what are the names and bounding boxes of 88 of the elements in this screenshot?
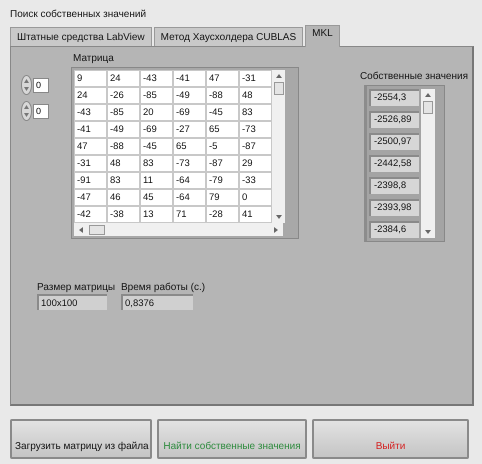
table-cell: 9 bbox=[75, 71, 106, 86]
table-cell: 65 bbox=[174, 139, 205, 154]
table-cell: 47 bbox=[75, 139, 106, 154]
eigenvalue-field: -2398,8 bbox=[368, 177, 419, 194]
scroll-right-icon[interactable] bbox=[273, 226, 279, 234]
action-button[interactable]: Загрузить матрицу из файла bbox=[10, 419, 152, 459]
eigenvalues-label: Собственные значения bbox=[358, 71, 468, 82]
eigenvalue-field: -2554,3 bbox=[368, 89, 419, 106]
table-cell: -73 bbox=[174, 156, 205, 171]
table-cell: 83 bbox=[240, 105, 271, 120]
table-cell: -5 bbox=[207, 139, 238, 154]
tab[interactable]: Метод Хаусхолдера CUBLAS bbox=[154, 27, 304, 46]
indicator-field: 0,8376 bbox=[121, 294, 194, 310]
table-cell: -85 bbox=[141, 88, 172, 103]
table-cell: -43 bbox=[141, 71, 172, 86]
table-cell: 83 bbox=[141, 156, 172, 171]
spinner-arrows-icon[interactable] bbox=[21, 101, 32, 121]
table-cell: 20 bbox=[141, 105, 172, 120]
scroll-up-icon[interactable] bbox=[424, 92, 432, 98]
table-cell: -41 bbox=[174, 71, 205, 86]
vertical-scrollbar[interactable] bbox=[272, 70, 285, 223]
table-cell: 0 bbox=[240, 190, 271, 205]
matrix-label: Матрица bbox=[72, 53, 115, 64]
table-cell: -88 bbox=[108, 139, 139, 154]
window-title: Поиск собственных значений bbox=[10, 9, 148, 20]
table-cell: -38 bbox=[108, 207, 139, 222]
table-cell: 24 bbox=[75, 88, 106, 103]
eigenvalue-field: -2500,97 bbox=[368, 133, 419, 150]
scroll-down-icon[interactable] bbox=[424, 229, 432, 235]
table-cell: -31 bbox=[75, 156, 106, 171]
table-cell: -85 bbox=[108, 105, 139, 120]
table-cell: -41 bbox=[75, 122, 106, 137]
tab[interactable]: MKL bbox=[305, 25, 340, 47]
table-cell: -27 bbox=[174, 122, 205, 137]
table-cell: -45 bbox=[141, 139, 172, 154]
scroll-thumb[interactable] bbox=[422, 101, 433, 114]
scroll-thumb[interactable] bbox=[89, 224, 105, 234]
table-cell: -49 bbox=[174, 88, 205, 103]
table-cell: -42 bbox=[75, 207, 106, 222]
table-cell: 13 bbox=[141, 207, 172, 222]
scroll-down-icon[interactable] bbox=[274, 214, 282, 220]
table-cell: -64 bbox=[174, 173, 205, 188]
table-cell: -26 bbox=[108, 88, 139, 103]
index-field[interactable]: 0 bbox=[33, 104, 49, 118]
table-cell: -49 bbox=[108, 122, 139, 137]
table-cell: 46 bbox=[108, 190, 139, 205]
scroll-up-icon[interactable] bbox=[274, 73, 282, 79]
table-cell: -47 bbox=[75, 190, 106, 205]
table-cell: 45 bbox=[141, 190, 172, 205]
scroll-left-icon[interactable] bbox=[78, 226, 84, 234]
table-cell: 65 bbox=[207, 122, 238, 137]
table-cell: -91 bbox=[75, 173, 106, 188]
spinner-arrows-icon[interactable] bbox=[21, 75, 32, 95]
table-cell: 24 bbox=[108, 71, 139, 86]
eigenvalue-field: -2442,58 bbox=[368, 155, 419, 172]
horizontal-scrollbar[interactable] bbox=[74, 223, 283, 236]
indicator-label: Размер матрицы bbox=[37, 282, 116, 293]
table-cell: -64 bbox=[174, 190, 205, 205]
table-cell: -28 bbox=[207, 207, 238, 222]
indicator-field: 100x100 bbox=[37, 294, 107, 310]
table-cell: -73 bbox=[240, 122, 271, 137]
table-cell: 29 bbox=[240, 156, 271, 171]
vertical-scrollbar[interactable] bbox=[420, 89, 435, 238]
eigenvalue-field: -2384,6 bbox=[368, 221, 419, 238]
table-cell: -79 bbox=[207, 173, 238, 188]
table-cell: -87 bbox=[207, 156, 238, 171]
eigenvalue-field: -2526,89 bbox=[368, 111, 419, 128]
table-cell: -33 bbox=[240, 173, 271, 188]
table-cell: 71 bbox=[174, 207, 205, 222]
index-field[interactable]: 0 bbox=[33, 78, 49, 92]
table-cell: 48 bbox=[108, 156, 139, 171]
table-cell: -69 bbox=[174, 105, 205, 120]
table-cell: -88 bbox=[207, 88, 238, 103]
table-cell: -43 bbox=[75, 105, 106, 120]
table-cell: 79 bbox=[207, 190, 238, 205]
indicator-label: Время работы (с.) bbox=[121, 282, 206, 293]
table-cell: -87 bbox=[240, 139, 271, 154]
table-cell: -69 bbox=[141, 122, 172, 137]
eigenvalue-field: -2393,98 bbox=[368, 199, 419, 216]
table-cell: 83 bbox=[108, 173, 139, 188]
table-cell: -45 bbox=[207, 105, 238, 120]
table-cell: 41 bbox=[240, 207, 271, 222]
table-cell: 48 bbox=[240, 88, 271, 103]
scroll-thumb[interactable] bbox=[274, 82, 284, 95]
table-cell: 47 bbox=[207, 71, 238, 86]
tab[interactable]: Штатные средства LabView bbox=[10, 27, 152, 46]
table-cell: 11 bbox=[141, 173, 172, 188]
table-cell: -31 bbox=[240, 71, 271, 86]
